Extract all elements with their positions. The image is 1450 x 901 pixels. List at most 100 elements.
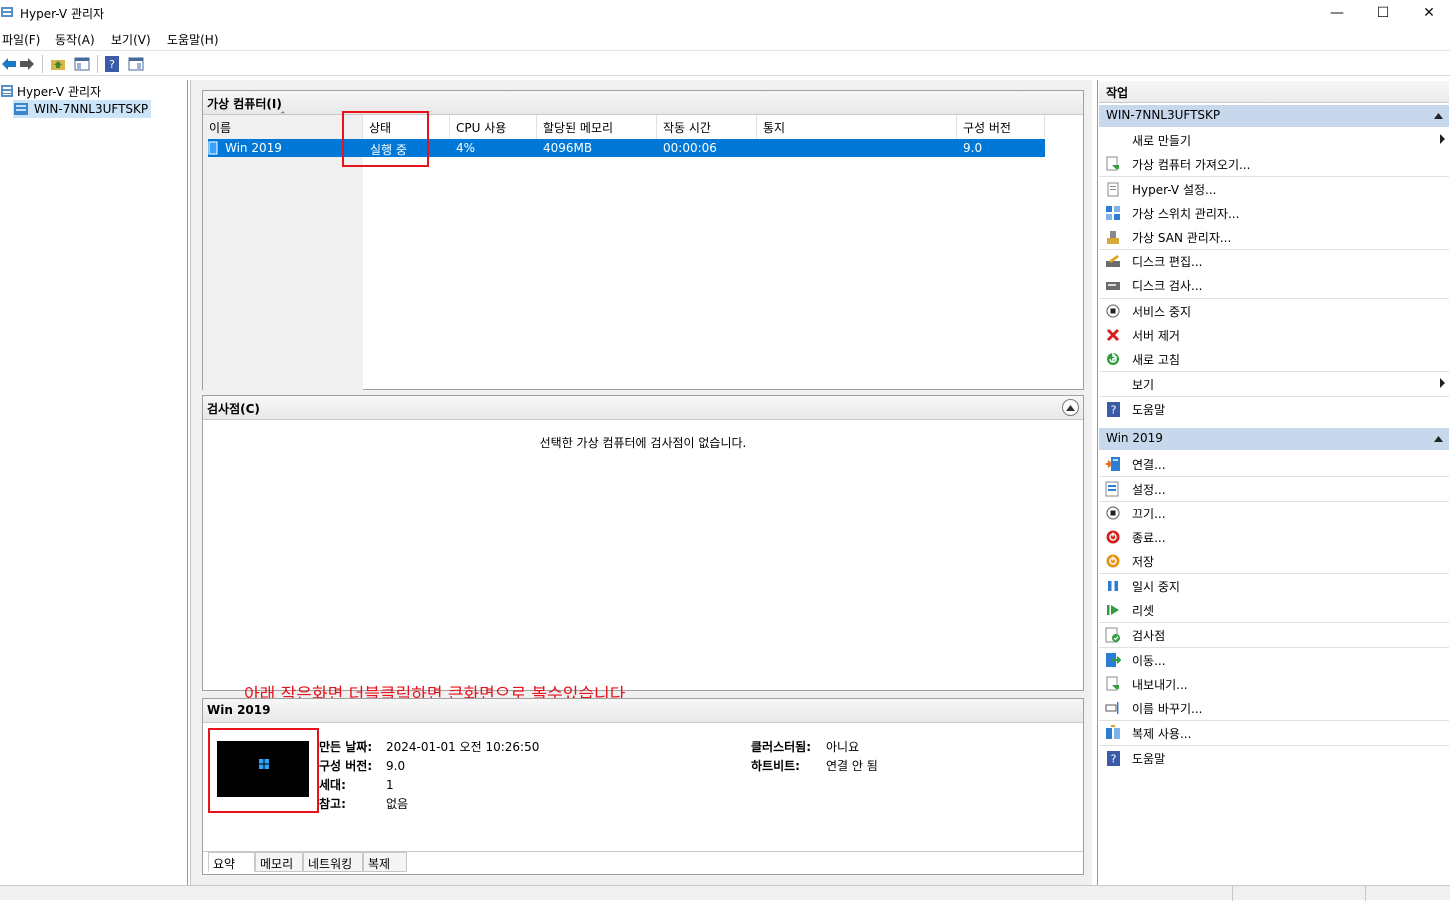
action-enable-replication[interactable]: 복제 사용... <box>1099 721 1449 745</box>
action-edit-disk[interactable]: 디스크 편집... <box>1099 249 1449 273</box>
action-hyperv-settings-label: Hyper-V 설정... <box>1132 182 1217 197</box>
reset-icon <box>1105 602 1121 618</box>
remove-icon <box>1105 327 1121 343</box>
action-turn-off[interactable]: 끄기... <box>1099 501 1449 525</box>
action-new[interactable]: 새로 만들기 <box>1099 128 1449 152</box>
menu-bar: 파일(F) 동작(A) 보기(V) 도움말(H) <box>0 28 1450 50</box>
help-icon: ? <box>105 56 119 72</box>
action-settings[interactable]: 설정... <box>1099 477 1449 501</box>
tree-server-node[interactable]: WIN-7NNL3UFTSKP <box>13 100 152 118</box>
action-rename-label: 이름 바꾸기... <box>1132 701 1203 716</box>
status-bar <box>0 885 1450 901</box>
minimize-button[interactable]: — <box>1314 0 1360 26</box>
chevron-up-icon <box>1066 404 1075 411</box>
action-save[interactable]: 저장 <box>1099 549 1449 573</box>
action-inspect-disk[interactable]: 디스크 검사... <box>1099 273 1449 297</box>
settings-icon <box>1105 481 1121 497</box>
hyperv-manager-icon <box>1 85 13 97</box>
folder-up-icon <box>51 60 65 70</box>
action-save-label: 저장 <box>1132 554 1155 569</box>
svg-text:?: ? <box>1110 403 1116 416</box>
highlight-state-box <box>342 111 429 167</box>
menu-action[interactable]: 동작(A) <box>55 31 95 48</box>
action-san-manager[interactable]: 가상 SAN 관리자... <box>1099 225 1449 249</box>
tree-root-hyperv[interactable]: Hyper-V 관리자 <box>0 82 101 100</box>
action-move-label: 이동... <box>1132 653 1166 668</box>
action-pause-label: 일시 중지 <box>1132 579 1180 594</box>
menu-file[interactable]: 파일(F) <box>2 31 40 48</box>
console-tree: Hyper-V 관리자 WIN-7NNL3UFTSKP <box>0 80 188 885</box>
maximize-button[interactable]: ☐ <box>1360 0 1406 26</box>
clustered-label: 클러스터됨: <box>751 740 811 754</box>
help-toolbar-button[interactable]: ? <box>103 55 121 73</box>
vm-name: Win 2019 <box>225 141 282 155</box>
action-shutdown[interactable]: 종료... <box>1099 525 1449 549</box>
col-uptime[interactable]: 작동 시간 <box>657 115 757 139</box>
action-checkpoint-label: 검사점 <box>1132 628 1166 643</box>
settings-page-icon <box>1105 181 1121 197</box>
action-connect[interactable]: 연결... <box>1099 452 1449 476</box>
action-export[interactable]: 내보내기... <box>1099 672 1449 696</box>
refresh-icon <box>1105 351 1121 367</box>
back-button[interactable] <box>0 55 18 73</box>
svg-text:?: ? <box>1110 752 1116 765</box>
vm-row[interactable]: Win 2019 실행 중 4% 4096MB 00:00:06 9.0 <box>208 139 1045 157</box>
server-icon <box>14 103 28 115</box>
heartbeat-value: 연결 안 됨 <box>826 759 878 773</box>
action-refresh[interactable]: 새로 고침 <box>1099 347 1449 371</box>
action-view[interactable]: 보기 <box>1099 372 1449 396</box>
tab-networking[interactable]: 네트워킹 <box>303 852 363 872</box>
menu-view[interactable]: 보기(V) <box>111 31 151 48</box>
collapse-checkpoint-button[interactable] <box>1062 399 1079 416</box>
help-icon: ? <box>1105 750 1121 766</box>
action-help-vm-label: 도움말 <box>1132 751 1166 766</box>
checkpoint-icon <box>1105 627 1121 643</box>
col-version[interactable]: 구성 버전 <box>957 115 1045 139</box>
vm-section-header[interactable]: Win 2019 <box>1099 428 1449 450</box>
tab-summary[interactable]: 요약 <box>208 852 255 872</box>
action-edit-disk-label: 디스크 편집... <box>1132 254 1203 269</box>
vm-section-title: Win 2019 <box>1106 431 1163 445</box>
vm-uptime: 00:00:06 <box>663 141 717 155</box>
created-label: 만든 날짜: <box>319 740 373 754</box>
tab-memory[interactable]: 메모리 <box>255 852 303 872</box>
col-cpu[interactable]: CPU 사용 <box>450 115 537 139</box>
action-pause[interactable]: 일시 중지 <box>1099 574 1449 598</box>
action-stop-service[interactable]: 서비스 중지 <box>1099 299 1449 323</box>
center-pane: 가상 컴퓨터(I) 이름 ⌃ 상태 CPU 사용 할당된 메모리 작동 시간 통… <box>190 80 1092 885</box>
action-reset[interactable]: 리셋 <box>1099 598 1449 622</box>
action-move[interactable]: 이동... <box>1099 648 1449 672</box>
action-inspect-disk-label: 디스크 검사... <box>1132 278 1203 293</box>
action-checkpoint[interactable]: 검사점 <box>1099 623 1449 647</box>
show-hide-tree-button[interactable] <box>73 55 91 73</box>
close-icon: ✕ <box>1423 5 1435 21</box>
action-enable-replication-label: 복제 사용... <box>1132 726 1192 741</box>
action-rename[interactable]: 이름 바꾸기... <box>1099 696 1449 720</box>
action-hyperv-settings[interactable]: Hyper-V 설정... <box>1099 177 1449 201</box>
heartbeat-label: 하트비트: <box>751 759 800 773</box>
minimize-icon: — <box>1330 5 1344 21</box>
action-help-vm[interactable]: ? 도움말 <box>1099 746 1449 770</box>
console-tree-icon <box>74 57 90 71</box>
action-help-server[interactable]: ? 도움말 <box>1099 397 1449 421</box>
forward-arrow-icon <box>20 58 34 70</box>
action-export-label: 내보내기... <box>1132 677 1188 692</box>
close-button[interactable]: ✕ <box>1406 0 1450 26</box>
action-san-manager-label: 가상 SAN 관리자... <box>1132 230 1232 245</box>
col-notice[interactable]: 통지 <box>757 115 957 139</box>
action-pane-toggle-button[interactable] <box>127 55 145 73</box>
action-switch-manager[interactable]: 가상 스위치 관리자... <box>1099 201 1449 225</box>
action-remove-server[interactable]: 서버 제거 <box>1099 323 1449 347</box>
forward-button[interactable] <box>18 55 36 73</box>
toolbar: ? <box>0 50 1450 76</box>
created-value: 2024-01-01 오전 10:26:50 <box>386 740 540 754</box>
server-section-header[interactable]: WIN-7NNL3UFTSKP <box>1099 105 1449 127</box>
up-folder-button[interactable] <box>49 55 67 73</box>
action-import-vm[interactable]: 가상 컴퓨터 가져오기... <box>1099 152 1449 176</box>
menu-help[interactable]: 도움말(H) <box>167 31 219 48</box>
action-import-vm-label: 가상 컴퓨터 가져오기... <box>1132 157 1251 172</box>
tab-replication[interactable]: 복제 <box>363 852 407 872</box>
col-memory[interactable]: 할당된 메모리 <box>537 115 657 139</box>
action-shutdown-label: 종료... <box>1132 530 1166 545</box>
generation-label: 세대: <box>319 778 346 792</box>
